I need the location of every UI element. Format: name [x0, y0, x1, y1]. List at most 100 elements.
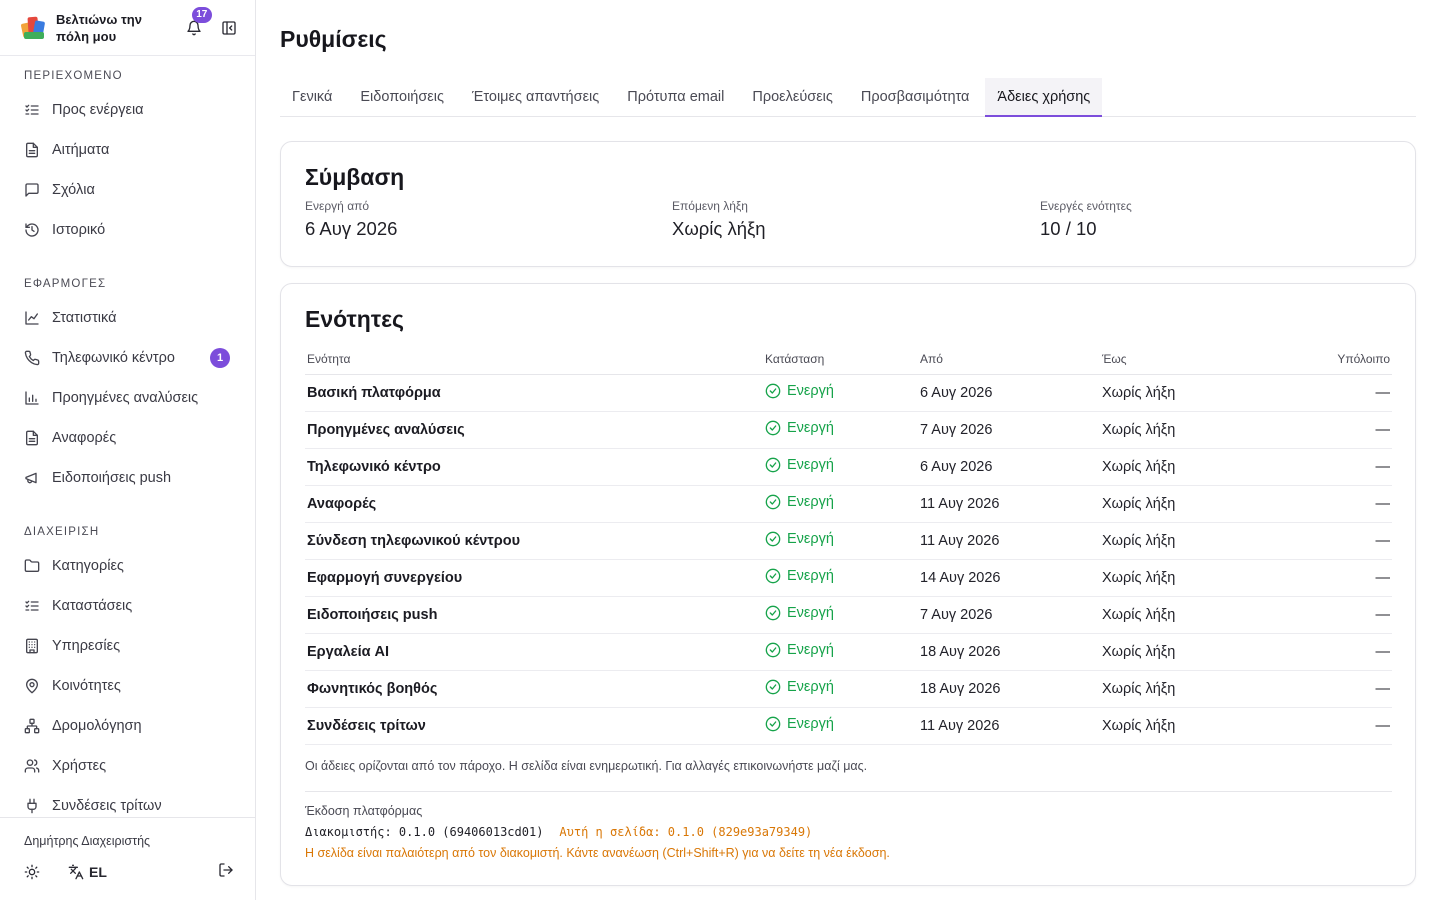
module-from: 7 Αυγ 2026 [918, 596, 1100, 634]
next-expiry-stat: Επόμενη λήξη Χωρίς λήξη [672, 199, 766, 240]
phone-icon [24, 350, 40, 366]
sidebar-item-label: Προηγμένες αναλύσεις [52, 390, 199, 406]
sidebar-item[interactable]: Στατιστικά [0, 298, 255, 338]
check-circle-icon [765, 457, 781, 472]
module-status: Ενεργή [763, 707, 918, 745]
module-remaining: — [1260, 448, 1392, 486]
sidebar-item-badge: 1 [210, 348, 230, 368]
line-chart-icon [24, 310, 40, 326]
list-check-icon [24, 102, 40, 118]
sidebar-item[interactable]: Χρήστες [0, 746, 255, 786]
tab-5[interactable]: Προελεύσεις [740, 78, 845, 116]
collapse-sidebar-button[interactable] [219, 18, 239, 38]
status-text: Ενεργή [787, 715, 834, 732]
sidebar-item[interactable]: Τηλεφωνικό κέντρο 1 [0, 338, 255, 378]
tab-1[interactable]: Γενικά [280, 78, 344, 116]
map-pin-icon [24, 678, 40, 694]
current-user-name[interactable]: Δημήτρης Διαχειριστής [24, 834, 150, 848]
status-text: Ενεργή [787, 678, 834, 695]
status-text: Ενεργή [787, 530, 834, 547]
tab-7[interactable]: Άδειες χρήσης [985, 78, 1103, 117]
language-switcher[interactable]: EL [68, 864, 107, 880]
notifications-button[interactable]: 17 [182, 6, 212, 40]
version-label: Έκδοση πλατφόρμας [305, 804, 423, 818]
sidebar-item-label: Ειδοποιήσεις push [52, 470, 172, 486]
module-remaining: — [1260, 485, 1392, 523]
nav-section-title: ΠΕΡΙΕΧΟΜΕΝΟ [24, 70, 123, 82]
module-name: Φωνητικός βοηθός [305, 670, 763, 708]
sun-icon[interactable] [24, 864, 40, 880]
module-to: Χωρίς λήξη [1100, 559, 1260, 597]
app-logo[interactable] [20, 15, 48, 41]
module-to: Χωρίς λήξη [1100, 374, 1260, 412]
notifications-badge: 17 [191, 6, 212, 23]
module-name: Τηλεφωνικό κέντρο [305, 448, 763, 486]
sidebar-item[interactable]: Προηγμένες αναλύσεις [0, 378, 255, 418]
sidebar-item-label: Αναφορές [52, 430, 117, 446]
module-remaining: — [1260, 374, 1392, 412]
main-content: Ρυθμίσεις Γενικά Ειδοποιήσεις Έτοιμες απαν… [280, 0, 1416, 900]
table-header-row: Ενότητα Κατάσταση Από Έως Υπόλοιπο [305, 344, 1392, 375]
sidebar-item[interactable]: Ιστορικό [0, 210, 255, 250]
module-status: Ενεργή [763, 559, 918, 597]
module-name: Εργαλεία AI [305, 633, 763, 671]
sidebar: Βελτιώνω την πόλη μου 17 ΠΕΡΙΕΧΟΜΕΝΟ Προς… [0, 0, 256, 900]
sidebar-item[interactable]: Σχόλια [0, 170, 255, 210]
modules-title: Ενότητες [305, 306, 404, 332]
megaphone-icon [24, 470, 40, 486]
sidebar-item[interactable]: Ειδοποιήσεις push [0, 458, 255, 498]
status-text: Ενεργή [787, 604, 834, 621]
tab-6[interactable]: Προσβασιμότητα [849, 78, 982, 116]
nav-section-title: ΕΦΑΡΜΟΓΕΣ [24, 278, 107, 290]
module-to: Χωρίς λήξη [1100, 522, 1260, 560]
sidebar-item[interactable]: Καταστάσεις [0, 586, 255, 626]
column-header-status: Κατάσταση [763, 344, 918, 375]
sidebar-item-label: Ιστορικό [52, 222, 106, 238]
sidebar-header: Βελτιώνω την πόλη μου 17 [0, 0, 255, 56]
table-row: Τηλεφωνικό κέντρο Ενεργή 6 Αυγ 2026 Χωρίς λ… [305, 448, 1392, 486]
plug-icon [24, 798, 40, 814]
module-remaining: — [1260, 411, 1392, 449]
module-remaining: — [1260, 707, 1392, 745]
page-title: Ρυθμίσεις [280, 26, 387, 52]
check-circle-icon [765, 642, 781, 657]
nav-section: ΕΦΑΡΜΟΓΕΣ Στατιστικά Τηλεφωνικό κέντρο 1 Προ… [0, 274, 255, 498]
module-from: 14 Αυγ 2026 [918, 559, 1100, 597]
sidebar-item[interactable]: Υπηρεσίες [0, 626, 255, 666]
active-modules-stat: Ενεργές ενότητες 10 / 10 [1040, 199, 1132, 240]
page-version: Αυτή η σελίδα: 0.1.0 (829e93a79349) [559, 825, 813, 839]
module-remaining: — [1260, 596, 1392, 634]
module-from: 11 Αυγ 2026 [918, 707, 1100, 745]
table-row: Εφαρμογή συνεργείου Ενεργή 14 Αυγ 2026 Χωρί… [305, 559, 1392, 597]
table-row: Εργαλεία AI Ενεργή 18 Αυγ 2026 Χωρίς λήξη — [305, 633, 1392, 671]
status-text: Ενεργή [787, 567, 834, 584]
module-name: Συνδέσεις τρίτων [305, 707, 763, 745]
table-row: Συνδέσεις τρίτων Ενεργή 11 Αυγ 2026 Χωρίς λ… [305, 707, 1392, 745]
table-row: Ειδοποιήσεις push Ενεργή 7 Αυγ 2026 Χωρίς λ… [305, 596, 1392, 634]
sidebar-item[interactable]: Κατηγορίες [0, 546, 255, 586]
module-remaining: — [1260, 559, 1392, 597]
module-to: Χωρίς λήξη [1100, 485, 1260, 523]
sidebar-item-label: Προς ενέργεια [52, 102, 144, 118]
module-from: 6 Αυγ 2026 [918, 448, 1100, 486]
sidebar-item[interactable]: Δρομολόγηση [0, 706, 255, 746]
sidebar-item-label: Χρήστες [52, 758, 107, 774]
sidebar-item[interactable]: Κοινότητες [0, 666, 255, 706]
routing-icon [24, 718, 40, 734]
tab-2[interactable]: Ειδοποιήσεις [348, 78, 456, 116]
sidebar-item[interactable]: Προς ενέργεια [0, 90, 255, 130]
module-to: Χωρίς λήξη [1100, 670, 1260, 708]
status-text: Ενεργή [787, 641, 834, 658]
sidebar-item[interactable]: Αιτήματα [0, 130, 255, 170]
module-from: 7 Αυγ 2026 [918, 411, 1100, 449]
active-from-label: Ενεργή από [305, 199, 370, 213]
folder-icon [24, 558, 40, 574]
nav-section: ΠΕΡΙΕΧΟΜΕΝΟ Προς ενέργεια Αιτήματα Σχόλια Ισ… [0, 66, 255, 250]
tab-3[interactable]: Έτοιμες απαντήσεις [460, 78, 611, 116]
bar-chart-icon [24, 390, 40, 406]
tab-4[interactable]: Πρότυπα email [615, 78, 736, 116]
document-icon [24, 430, 40, 446]
status-text: Ενεργή [787, 419, 834, 436]
logout-button[interactable] [218, 862, 234, 883]
sidebar-item[interactable]: Αναφορές [0, 418, 255, 458]
